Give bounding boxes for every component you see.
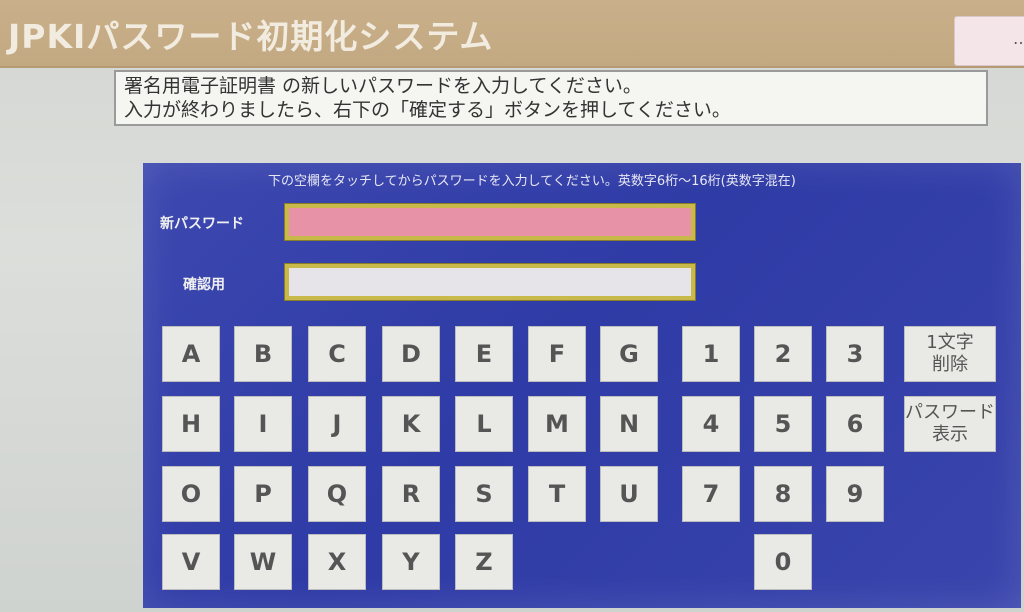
new-password-label: 新パスワード (160, 216, 244, 232)
panel-hint: 下の空欄をタッチしてからパスワードを入力してください。英数字6桁〜16桁(英数字… (268, 174, 796, 189)
key-b[interactable]: B (234, 326, 292, 382)
key-u[interactable]: U (600, 466, 658, 522)
kiosk-screen: JPKIパスワード初期化システム … 署名用電子証明書 の新しいパスワードを入力… (0, 0, 1024, 612)
key-n[interactable]: N (600, 396, 658, 452)
key-h[interactable]: H (162, 396, 220, 452)
key-i[interactable]: I (234, 396, 292, 452)
key-c[interactable]: C (308, 326, 366, 382)
key-e[interactable]: E (455, 326, 513, 382)
key-k[interactable]: K (382, 396, 440, 452)
key-l[interactable]: L (455, 396, 513, 452)
header-bar: JPKIパスワード初期化システム … (0, 0, 1024, 68)
key-9[interactable]: 9 (826, 466, 884, 522)
confirm-password-field[interactable] (284, 263, 696, 301)
header-button[interactable]: … (954, 16, 1024, 66)
instruction-line-2: 入力が終わりましたら、右下の「確定する」ボタンを押してください。 (124, 99, 731, 121)
key-z[interactable]: Z (455, 534, 513, 590)
delete-char-button[interactable]: 1文字 削除 (904, 326, 996, 382)
show-password-button[interactable]: パスワード 表示 (904, 396, 996, 452)
key-d[interactable]: D (382, 326, 440, 382)
key-s[interactable]: S (455, 466, 513, 522)
key-4[interactable]: 4 (682, 396, 740, 452)
key-j[interactable]: J (308, 396, 366, 452)
key-o[interactable]: O (162, 466, 220, 522)
key-0[interactable]: 0 (754, 534, 812, 590)
key-3[interactable]: 3 (826, 326, 884, 382)
new-password-field[interactable] (284, 203, 696, 241)
key-y[interactable]: Y (382, 534, 440, 590)
instruction-line-1: 署名用電子証明書 の新しいパスワードを入力してください。 (124, 75, 642, 97)
page-title: JPKIパスワード初期化システム (8, 17, 494, 56)
show-password-label-2: 表示 (932, 424, 968, 445)
delete-char-label-2: 削除 (931, 354, 968, 375)
confirm-password-label: 確認用 (183, 277, 225, 293)
delete-char-label-1: 1文字 (926, 332, 974, 353)
show-password-label-1: パスワード (905, 402, 995, 423)
key-2[interactable]: 2 (754, 326, 812, 382)
key-f[interactable]: F (528, 326, 586, 382)
key-w[interactable]: W (234, 534, 292, 590)
key-v[interactable]: V (162, 534, 220, 590)
key-a[interactable]: A (162, 326, 220, 382)
key-m[interactable]: M (528, 396, 586, 452)
key-q[interactable]: Q (308, 466, 366, 522)
header-button-label: … (1013, 29, 1024, 48)
key-5[interactable]: 5 (754, 396, 812, 452)
key-t[interactable]: T (528, 466, 586, 522)
key-6[interactable]: 6 (826, 396, 884, 452)
key-x[interactable]: X (308, 534, 366, 590)
key-7[interactable]: 7 (682, 466, 740, 522)
key-1[interactable]: 1 (682, 326, 740, 382)
key-r[interactable]: R (382, 466, 440, 522)
key-g[interactable]: G (600, 326, 658, 382)
key-8[interactable]: 8 (754, 466, 812, 522)
key-p[interactable]: P (234, 466, 292, 522)
instruction-box: 署名用電子証明書 の新しいパスワードを入力してください。 入力が終わりましたら、… (114, 70, 988, 126)
